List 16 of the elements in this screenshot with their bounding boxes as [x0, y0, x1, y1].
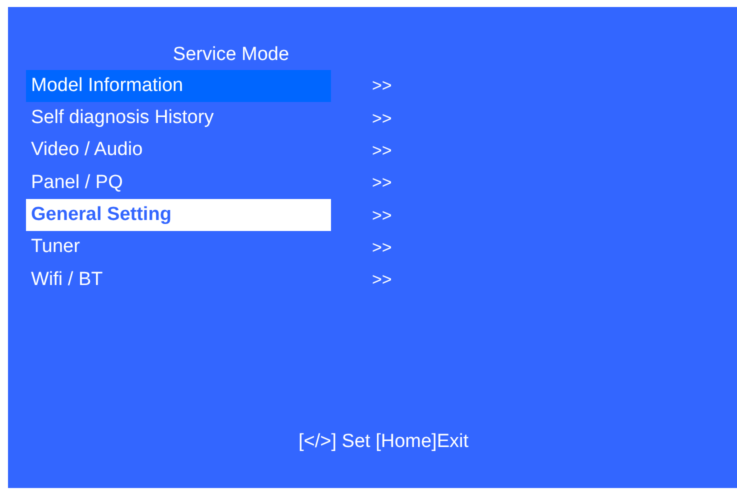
menu-item[interactable]: Tuner [26, 232, 331, 264]
submenu-arrow: >> [372, 269, 392, 292]
menu-title: Service Mode [172, 43, 290, 67]
submenu-arrow: >> [372, 204, 392, 227]
menu-item[interactable]: Wifi / BT [26, 264, 331, 296]
menu-item[interactable]: General Setting [26, 199, 331, 232]
submenu-arrow: >> [372, 108, 392, 130]
menu-item[interactable]: Model Information [26, 70, 331, 102]
submenu-arrow: >> [372, 236, 392, 259]
menu-item[interactable]: Video / Audio [26, 134, 331, 167]
menu-item[interactable]: Panel / PQ [26, 167, 331, 200]
key-hint: [</>] Set [Home]Exit [298, 430, 469, 454]
submenu-arrow: >> [372, 172, 392, 194]
menu-item[interactable]: Self diagnosis History [26, 102, 331, 134]
submenu-arrow: >> [372, 140, 392, 162]
submenu-arrow: >> [372, 75, 392, 98]
